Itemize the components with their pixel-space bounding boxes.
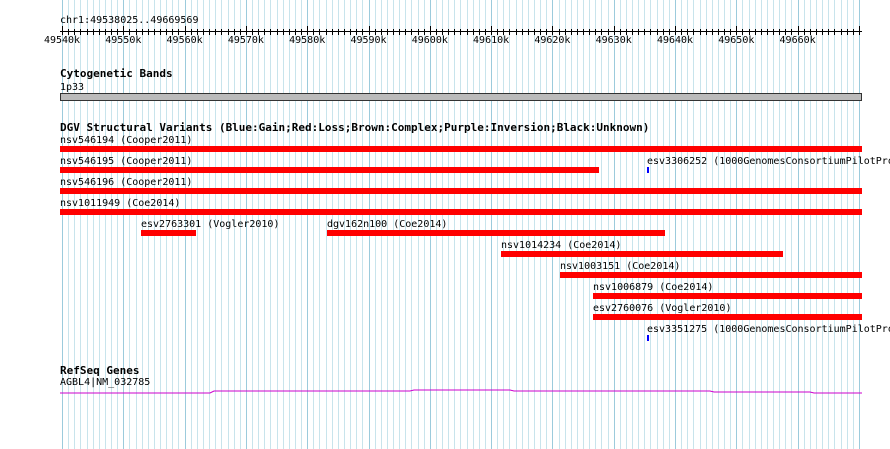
feature-label: nsv1011949 (Coe2014) <box>60 198 181 209</box>
cytoband-label: 1p33 <box>60 82 85 93</box>
ruler-tick-label: 49580k <box>289 35 326 46</box>
dgv-track-title: DGV Structural Variants (Blue:Gain;Red:L… <box>60 121 650 134</box>
refseq-track-title: RefSeq Genes <box>60 364 140 377</box>
ruler-tick-label: 49540k <box>43 35 81 46</box>
feature-label: nsv546194 (Cooper2011) <box>60 135 193 146</box>
variant-bar[interactable] <box>141 230 196 236</box>
ruler-tick-label: 49620k <box>534 35 571 46</box>
feature-label: dgv162n100 (Coe2014) <box>327 219 448 230</box>
variant-bar[interactable] <box>60 188 862 194</box>
ruler-tick-label: 49640k <box>656 35 694 46</box>
variant-bar[interactable] <box>647 167 649 173</box>
feature-label: esv3351275 (1000GenomesConsortiumPilotPr… <box>647 324 890 335</box>
ruler-tick-label: 49630k <box>595 35 632 46</box>
feature-label: nsv1014234 (Coe2014) <box>501 240 622 251</box>
location-label: chr1:49538025..49669569 <box>60 15 199 26</box>
variant-bar[interactable] <box>560 272 862 278</box>
variant-bar[interactable] <box>327 230 665 236</box>
ruler-tick-label: 49650k <box>718 35 755 46</box>
cytoband-track-title: Cytogenetic Bands <box>60 67 173 80</box>
variant-bar[interactable] <box>593 293 862 299</box>
ruler-tick-label: 49560k <box>166 35 203 46</box>
cytoband-bar[interactable] <box>60 93 862 101</box>
ruler-tick-label: 49550k <box>105 35 142 46</box>
genome-browser: chr1:49538025..49669569 49540k 49550k 4956… <box>0 0 890 449</box>
feature-label: nsv546196 (Cooper2011) <box>60 177 193 188</box>
variant-bar[interactable] <box>60 167 599 173</box>
ruler-tick-label: 49600k <box>411 35 448 46</box>
ruler-tick-label: 49590k <box>350 35 387 46</box>
gene-model[interactable] <box>0 385 890 397</box>
gene-line <box>60 389 862 394</box>
variant-bar[interactable] <box>501 251 783 257</box>
feature-label: nsv546195 (Cooper2011) <box>60 156 193 167</box>
feature-label: nsv1006879 (Coe2014) <box>593 282 714 293</box>
ruler-tick-label: 49570k <box>227 35 264 46</box>
variant-bar[interactable] <box>60 209 862 215</box>
variant-bar[interactable] <box>60 146 862 152</box>
feature-label: esv2760076 (Vogler2010) <box>593 303 732 314</box>
feature-label: nsv1003151 (Coe2014) <box>560 261 681 272</box>
variant-bar[interactable] <box>593 314 862 320</box>
variant-bar[interactable] <box>647 335 649 341</box>
ruler-tick-label: 49610k <box>473 35 510 46</box>
feature-label: esv3306252 (1000GenomesConsortiumPilotPr… <box>647 156 890 167</box>
ruler-tick-label: 49660k <box>779 35 816 46</box>
feature-label: esv2763301 (Vogler2010) <box>141 219 280 230</box>
